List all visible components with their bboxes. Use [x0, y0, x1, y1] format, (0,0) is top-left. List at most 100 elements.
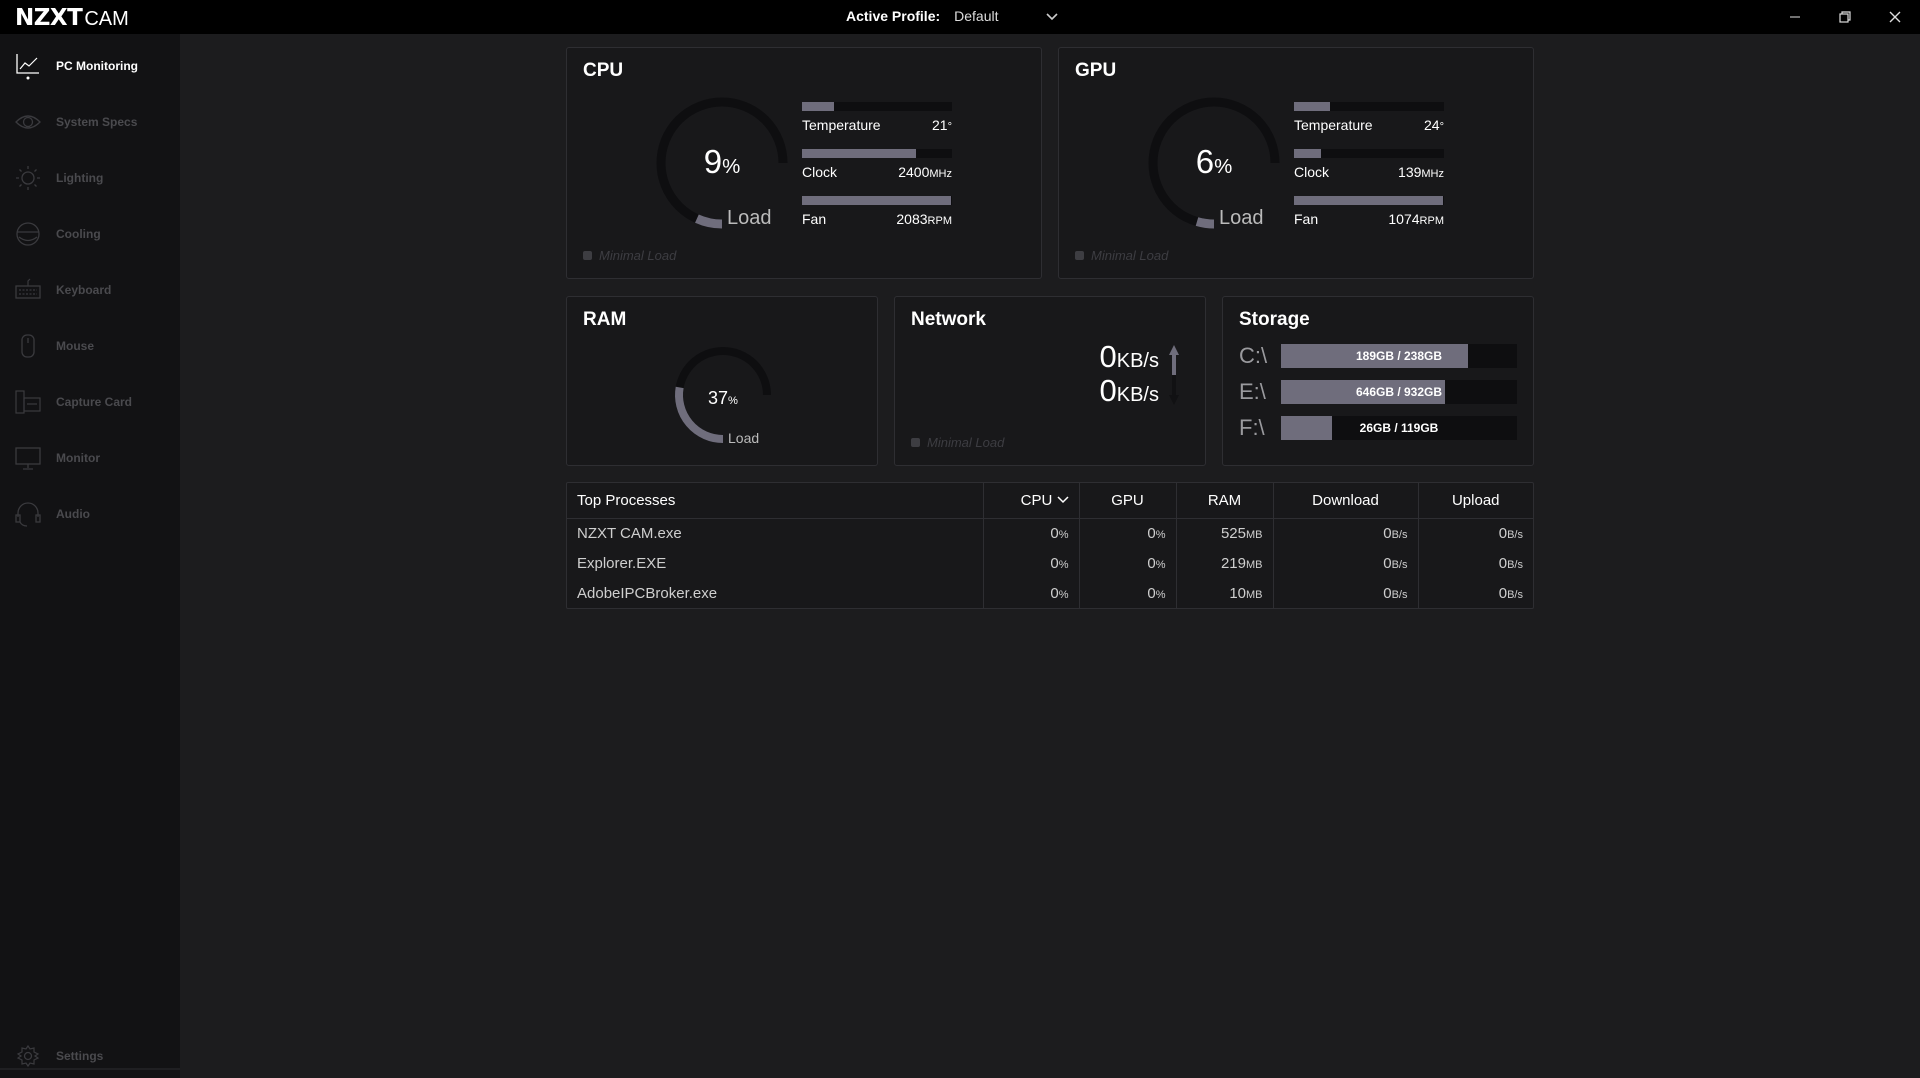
sidebar-item-label: Settings — [56, 1049, 104, 1063]
minimize-button[interactable] — [1770, 0, 1820, 34]
status-dot-icon — [1075, 251, 1084, 260]
process-ram: 10MB — [1176, 578, 1274, 608]
active-profile-value[interactable]: Default — [954, 8, 1044, 24]
gpu-title: GPU — [1075, 60, 1117, 81]
network-download-rate: 0KB/s — [1099, 373, 1160, 408]
process-gpu: 0% — [1079, 578, 1177, 608]
chevron-down-icon[interactable] — [1044, 8, 1060, 24]
process-gpu: 0% — [1079, 548, 1177, 578]
sidebar-item-monitor[interactable]: Monitor — [0, 438, 180, 478]
storage-title: Storage — [1239, 309, 1310, 330]
drive-usage-text: 646GB / 932GB — [1355, 385, 1443, 399]
table-row[interactable]: Explorer.EXE 0% 0% 219MB 0B/s 0B/s — [567, 548, 1533, 578]
gear-icon — [16, 1044, 40, 1068]
active-profile-label: Active Profile: — [846, 8, 941, 24]
drive-usage-text: 189GB / 238GB — [1355, 349, 1443, 363]
metric-value: 1074RPM — [1388, 211, 1444, 227]
process-upload: 0B/s — [1498, 524, 1523, 542]
network-status: Minimal Load — [911, 435, 1004, 450]
cooling-icon — [16, 222, 40, 246]
column-header-download[interactable]: Download — [1273, 483, 1419, 519]
sun-icon — [16, 166, 40, 190]
table-row[interactable]: AdobeIPCBroker.exe 0% 0% 10MB 0B/s 0B/s — [567, 578, 1533, 608]
sidebar-item-capture-card[interactable]: Capture Card — [0, 382, 180, 422]
column-header-ram[interactable]: RAM — [1176, 483, 1274, 519]
cpu-load-label: Load — [727, 207, 772, 229]
monitor-icon — [15, 447, 41, 470]
gpu-fan-bar-fill — [1294, 196, 1443, 205]
close-button[interactable] — [1870, 0, 1920, 34]
drive-c: C:\ 189GB / 238GB — [1239, 343, 1517, 368]
sidebar-item-system-specs[interactable]: System Specs — [0, 102, 180, 142]
sidebar-item-pc-monitoring[interactable]: PC Monitoring — [0, 46, 180, 86]
gpu-panel: GPU 6% Load Temperature 24° Clock 139MHz F… — [1058, 47, 1534, 279]
ram-load-value: 37% — [708, 388, 738, 408]
gpu-clock-metric: Clock 139MHz — [1294, 149, 1444, 180]
sidebar-item-label: Monitor — [56, 451, 100, 465]
drive-usage-bar: 189GB / 238GB — [1281, 344, 1517, 368]
capture-card-icon — [15, 390, 41, 414]
gpu-clock-bar — [1294, 149, 1444, 158]
process-name: Explorer.EXE — [567, 548, 984, 578]
drive-usage-text: 26GB / 119GB — [1359, 421, 1439, 435]
headset-icon — [15, 502, 41, 527]
ram-load-label: Load — [728, 430, 760, 446]
drive-usage-bar: 26GB / 119GB — [1281, 416, 1517, 440]
logo-product: CAM — [84, 8, 129, 30]
status-dot-icon — [583, 251, 592, 260]
sidebar-item-label: Capture Card — [56, 395, 133, 409]
storage-panel: Storage C:\ 189GB / 238GB E:\ 646GB / 93… — [1222, 296, 1534, 466]
process-download: 0B/s — [1273, 518, 1419, 548]
app-logo: NZXT CAM — [15, 5, 129, 31]
cpu-clock-bar-fill — [802, 149, 916, 158]
gpu-temperature-bar-fill — [1294, 102, 1330, 111]
gpu-fan-bar — [1294, 196, 1444, 205]
drive-f: F:\ 26GB / 119GB — [1239, 415, 1517, 440]
eye-icon — [15, 115, 41, 129]
mouse-icon — [21, 334, 35, 358]
gpu-load-value: 6% — [1195, 143, 1233, 180]
network-panel: Network 0KB/s 0KB/s Minimal Load — [894, 296, 1206, 466]
top-processes-table: Top Processes CPU GPU RAM Download Uploa… — [566, 482, 1534, 609]
process-cpu: 0% — [983, 548, 1080, 578]
restore-button[interactable] — [1820, 0, 1870, 34]
metric-label: Clock — [802, 164, 838, 180]
process-ram: 219MB — [1176, 548, 1274, 578]
gpu-temperature-metric: Temperature 24° — [1294, 102, 1444, 133]
status-dot-icon — [911, 438, 920, 447]
sidebar-item-audio[interactable]: Audio — [0, 494, 180, 534]
cpu-panel: CPU 9% Load Temperature 21° Clock 2400MHz … — [566, 47, 1042, 279]
cpu-clock-bar — [802, 149, 952, 158]
metric-value: 2083RPM — [896, 211, 952, 227]
column-header-gpu[interactable]: GPU — [1079, 483, 1177, 519]
column-header-name[interactable]: Top Processes — [567, 483, 984, 519]
process-cpu: 0% — [983, 578, 1080, 608]
column-header-upload[interactable]: Upload — [1418, 483, 1533, 519]
active-profile-selector[interactable]: Active Profile: Default — [846, 8, 1060, 24]
upload-download-arrows-icon — [1169, 345, 1179, 405]
drive-e: E:\ 646GB / 932GB — [1239, 379, 1517, 404]
sidebar-item-label: Cooling — [56, 227, 101, 241]
sidebar-item-lighting[interactable]: Lighting — [0, 158, 180, 198]
sidebar-item-cooling[interactable]: Cooling — [0, 214, 180, 254]
sidebar-item-mouse[interactable]: Mouse — [0, 326, 180, 366]
cpu-temperature-metric: Temperature 21° — [802, 102, 952, 133]
process-download: 0B/s — [1273, 578, 1419, 608]
metric-value: 21° — [932, 117, 952, 133]
sidebar-item-settings[interactable]: Settings — [0, 1036, 180, 1076]
column-header-cpu[interactable]: CPU — [983, 483, 1080, 519]
process-name: NZXT CAM.exe — [567, 518, 984, 548]
cpu-title: CPU — [583, 60, 624, 81]
sidebar-item-keyboard[interactable]: Keyboard — [0, 270, 180, 310]
drive-letter: E:\ — [1239, 379, 1266, 404]
process-ram: 525MB — [1176, 518, 1274, 548]
gpu-load-label: Load — [1219, 207, 1264, 229]
logo-brand: NZXT — [15, 5, 83, 31]
process-cpu: 0% — [983, 518, 1080, 548]
sidebar-item-label: Mouse — [56, 339, 95, 353]
cpu-fan-metric: Fan 2083RPM — [802, 196, 952, 227]
cpu-temperature-bar — [802, 102, 952, 111]
table-row[interactable]: NZXT CAM.exe 0% 0% 525MB 0B/s 0B/s — [567, 518, 1533, 548]
title-bar: NZXT CAM Active Profile: Default — [0, 0, 1920, 34]
sidebar: PC Monitoring System Specs Lighting Cool… — [0, 34, 180, 1078]
